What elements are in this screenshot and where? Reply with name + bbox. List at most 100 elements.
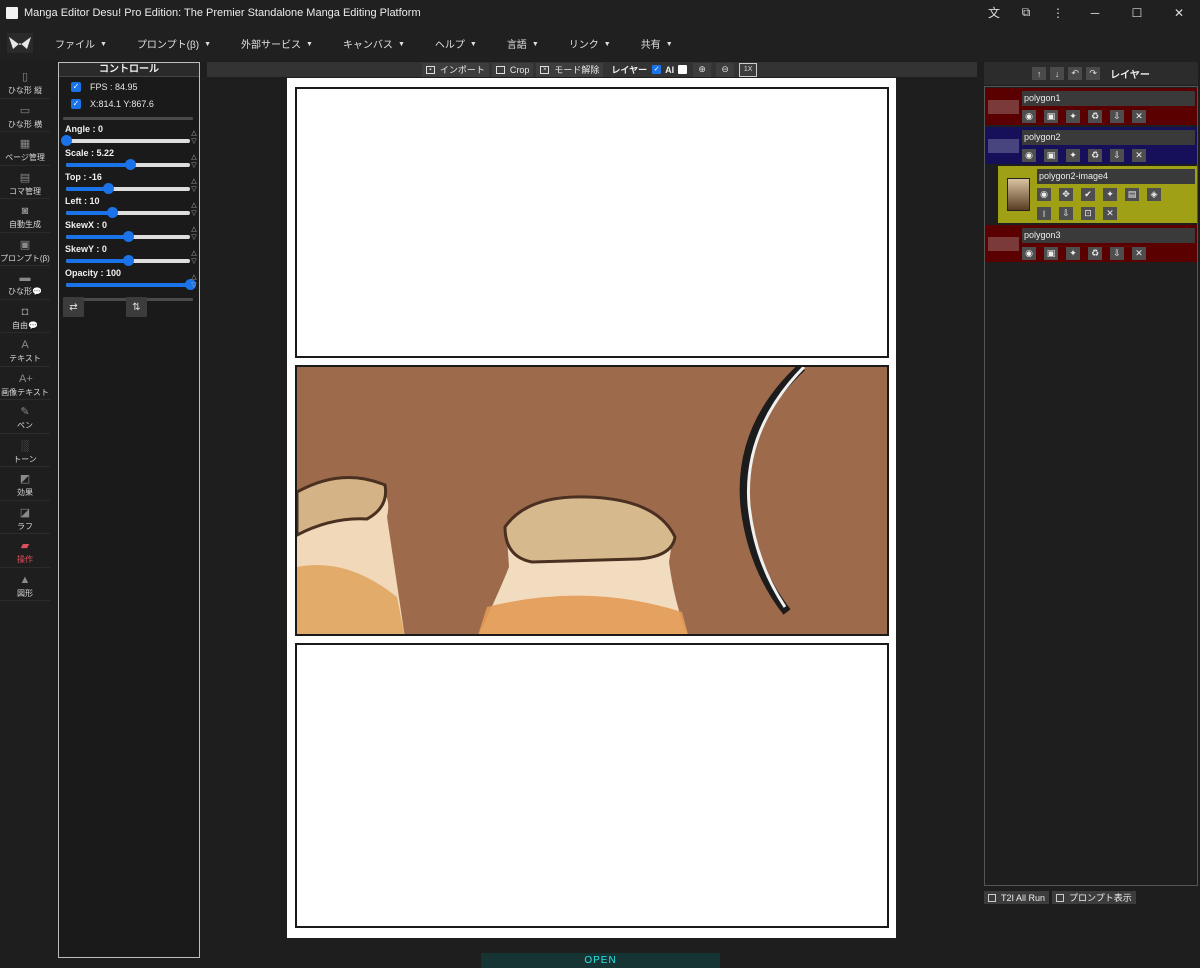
angle-spinner[interactable]: △ ▽ <box>190 130 198 146</box>
top-slider[interactable] <box>66 183 190 194</box>
move-icon[interactable]: ✥ <box>1059 188 1073 201</box>
undo-icon[interactable]: ↶ <box>1068 67 1083 80</box>
manga-page[interactable] <box>287 78 896 938</box>
document-icon[interactable]: ▤ <box>1125 188 1139 201</box>
t2i-all-run-button[interactable]: T2I All Run <box>984 891 1050 904</box>
tool-free-bubble[interactable]: ◘ 自由💬 <box>0 300 50 333</box>
visibility-icon[interactable]: ◉ <box>1022 149 1036 162</box>
slider-thumb[interactable] <box>123 231 134 242</box>
zoom-out-button[interactable]: ⊖ <box>716 62 735 77</box>
ai-checkbox[interactable] <box>678 65 688 74</box>
download-icon[interactable]: ⇩ <box>1059 207 1073 220</box>
menu-help[interactable]: ヘルプ ▼ <box>435 36 477 51</box>
recycle-icon[interactable]: ♻ <box>1088 110 1102 123</box>
download-icon[interactable]: ⇩ <box>1110 149 1124 162</box>
pose-icon[interactable]: ✦ <box>1066 149 1080 162</box>
close-button[interactable]: ✕ <box>1158 0 1200 25</box>
recycle-icon[interactable]: ♻ <box>1088 149 1102 162</box>
lock-icon[interactable]: ▣ <box>1044 149 1058 162</box>
pin-icon[interactable]: ǀ <box>1037 207 1051 220</box>
menu-prompt[interactable]: プロンプト(β) ▼ <box>137 36 211 51</box>
coords-checkbox[interactable]: ✓ <box>71 98 81 109</box>
slider-thumb[interactable] <box>61 135 72 146</box>
opacity-spinner[interactable]: △ ▽ <box>190 274 198 290</box>
mode-off-button[interactable]: × モード解除 <box>536 62 604 77</box>
slider-thumb[interactable] <box>123 255 134 266</box>
maximize-button[interactable]: ☐ <box>1116 0 1158 25</box>
tool-page-manage[interactable]: ▦ ページ管理 <box>0 132 50 166</box>
tool-rough[interactable]: ◪ ラフ <box>0 501 50 534</box>
open-button[interactable]: OPEN <box>481 953 720 968</box>
slider-thumb[interactable] <box>125 159 137 170</box>
lock-icon[interactable]: ▣ <box>1044 110 1058 123</box>
menu-share[interactable]: 共有 ▼ <box>641 36 673 51</box>
tool-pen[interactable]: ✎ ペン <box>0 400 50 434</box>
fit-icon[interactable]: ⊡ <box>1081 207 1095 220</box>
menu-language[interactable]: 言語 ▼ <box>507 36 539 51</box>
skewy-slider[interactable] <box>66 255 190 266</box>
delete-icon[interactable]: ✕ <box>1103 207 1117 220</box>
menu-external-services[interactable]: 外部サービス ▼ <box>241 36 313 51</box>
move-down-icon[interactable]: ↓ <box>1050 67 1065 80</box>
layer-polygon1[interactable]: polygon1 ◉ ▣ ✦ ♻ ⇩ ✕ <box>986 88 1197 125</box>
skewx-spinner[interactable]: △ ▽ <box>190 226 198 242</box>
menu-links[interactable]: リンク ▼ <box>569 36 611 51</box>
prompt-show-button[interactable]: プロンプト表示 <box>1052 891 1136 904</box>
tool-template-bubble[interactable]: ▬ ひな形💬 <box>0 266 50 300</box>
redo-icon[interactable]: ↷ <box>1086 67 1101 80</box>
left-spinner[interactable]: △ ▽ <box>190 202 198 218</box>
angle-slider[interactable] <box>61 135 190 146</box>
tool-prompt[interactable]: ▣ プロンプト(β) <box>0 233 50 266</box>
skewy-spinner[interactable]: △ ▽ <box>190 250 198 266</box>
slider-thumb[interactable] <box>103 183 115 194</box>
tool-shapes[interactable]: ▲ 図形 <box>0 568 50 601</box>
translate-icon[interactable]: 文 <box>978 0 1010 25</box>
visibility-icon[interactable]: ◉ <box>1037 188 1051 201</box>
layer-checkbox[interactable]: ✓ <box>652 65 662 74</box>
cube-icon[interactable]: ◈ <box>1147 188 1161 201</box>
tool-image-text[interactable]: A+ 画像テキスト <box>0 367 50 400</box>
menu-file[interactable]: ファイル ▼ <box>55 36 107 51</box>
download-icon[interactable]: ⇩ <box>1110 247 1124 260</box>
lock-icon[interactable]: ▣ <box>1044 247 1058 260</box>
flip-vertical-button[interactable]: ⇅ <box>126 297 147 317</box>
check-icon[interactable]: ✔ <box>1081 188 1095 201</box>
tool-auto-generate[interactable]: ◙ 自動生成 <box>0 199 50 233</box>
visibility-icon[interactable]: ◉ <box>1022 247 1036 260</box>
zoom-in-button[interactable]: ⊕ <box>693 62 712 77</box>
layer-polygon2[interactable]: polygon2 ◉ ▣ ✦ ♻ ⇩ ✕ <box>986 127 1197 164</box>
delete-icon[interactable]: ✕ <box>1132 247 1146 260</box>
layer-polygon3[interactable]: polygon3 ◉ ▣ ✦ ♻ ⇩ ✕ <box>986 225 1197 262</box>
layer-polygon2-image4[interactable]: polygon2-image4 ◉ ✥ ✔ ✦ ▤ ◈ ǀ ⇩ ⊡ ✕ <box>998 166 1197 223</box>
flip-horizontal-button[interactable]: ⇄ <box>63 297 84 317</box>
pose-icon[interactable]: ✦ <box>1066 110 1080 123</box>
scale-slider[interactable] <box>66 159 190 170</box>
move-up-icon[interactable]: ↑ <box>1032 67 1047 80</box>
fps-checkbox[interactable]: ✓ <box>71 81 81 92</box>
crop-button[interactable]: Crop <box>491 62 534 77</box>
delete-icon[interactable]: ✕ <box>1132 110 1146 123</box>
tool-landscape-template[interactable]: ▭ ひな形 横 <box>0 99 50 132</box>
menu-canvas[interactable]: キャンバス ▼ <box>343 36 405 51</box>
tool-text[interactable]: A テキスト <box>0 333 50 367</box>
import-button[interactable]: ▪ インポート <box>421 62 489 77</box>
slider-thumb[interactable] <box>106 207 118 218</box>
pose-icon[interactable]: ✦ <box>1103 188 1117 201</box>
scale-spinner[interactable]: △ ▽ <box>190 154 198 170</box>
panel-polygon1[interactable] <box>295 87 889 358</box>
tool-effect[interactable]: ◩ 効果 <box>0 467 50 501</box>
minimize-button[interactable]: ─ <box>1074 0 1116 25</box>
extension-icon[interactable]: ⧉ <box>1010 0 1042 25</box>
recycle-icon[interactable]: ♻ <box>1088 247 1102 260</box>
tool-tone[interactable]: ░ トーン <box>0 434 50 467</box>
left-slider[interactable] <box>66 207 190 218</box>
tool-panel-manage[interactable]: ▤ コマ管理 <box>0 166 50 199</box>
reset-zoom-button[interactable]: 1X <box>739 62 758 77</box>
more-icon[interactable]: ⋮ <box>1042 0 1074 25</box>
skewx-slider[interactable] <box>66 231 190 242</box>
tool-portrait-template[interactable]: ▯ ひな形 縦 <box>0 65 50 99</box>
top-spinner[interactable]: △ ▽ <box>190 178 198 194</box>
tool-operate[interactable]: ▰ 操作 <box>0 534 50 568</box>
pose-icon[interactable]: ✦ <box>1066 247 1080 260</box>
panel-polygon3[interactable] <box>295 643 889 928</box>
